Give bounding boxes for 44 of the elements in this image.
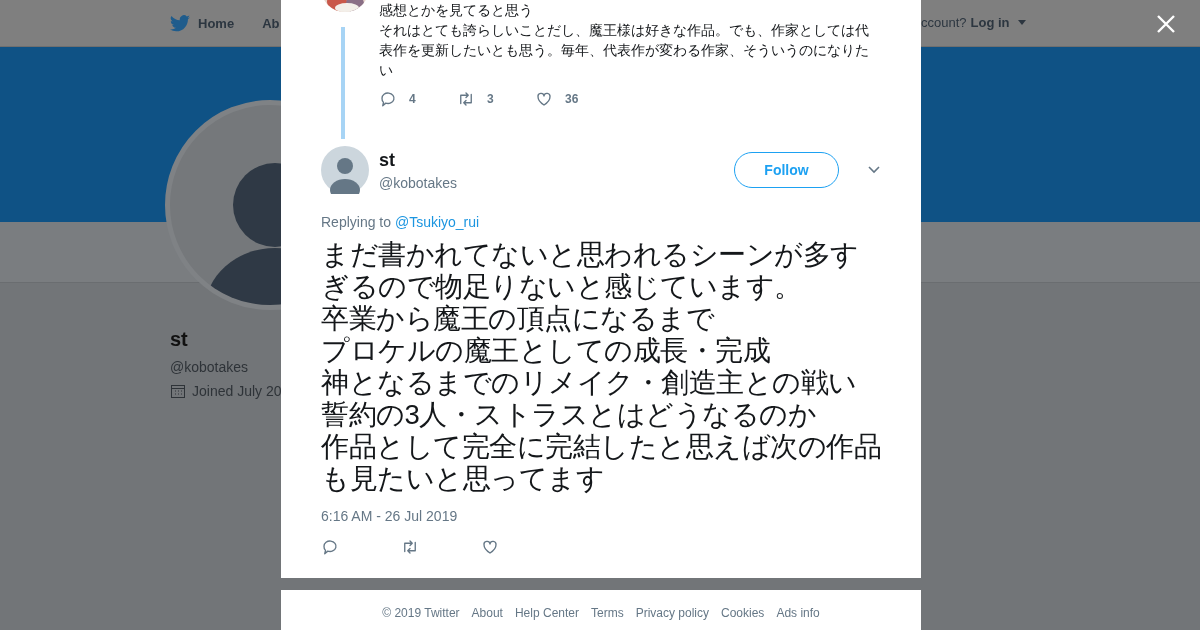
footer-link[interactable]: About [471,606,503,630]
tweet-text: それはとても誇らしいことだし、魔王様は好きな作品。でも、作家としては代表作を更新したいとも思う。毎年、代表作が変わる作家、そういうのになりたい [379,21,870,80]
calendar-icon [170,383,186,399]
caret-icon [1017,20,1026,25]
retweet-icon[interactable] [401,538,419,556]
login-link[interactable]: Log in [970,15,1026,30]
account-prompt: ccount? [921,15,967,30]
footer-link[interactable]: Help Center [514,606,579,630]
tweet-text-line: 誓約の3人・ストラスとはどうなるのか [321,399,818,431]
profile-name: st [170,328,189,351]
tweet-text-line: まだ書かれてないと思われるシーンが多す [321,239,860,271]
author-name[interactable]: st [379,149,724,171]
reply-icon[interactable] [379,90,397,108]
footer-link[interactable]: Privacy policy [635,606,709,630]
tweet-text-line: ぎるので物足りないと感じています。 [321,271,803,303]
footer-link[interactable]: Ads info [776,606,820,630]
avatar [321,146,369,194]
tweet-text: 感想とかを見てると思う [379,1,534,20]
retweet-count: 3 [487,92,494,106]
footer-link[interactable]: Cookies [721,606,765,630]
replying-to: Replying to @Tsukiyo_rui [321,214,481,230]
bird-icon [170,14,190,32]
author-handle[interactable]: @kobotakes [379,174,724,191]
profile-handle: @kobotakes [170,359,250,375]
joined-date: Joined July 20 [192,383,282,399]
tweet-text-line: 作品として完全に完結したと思えば次の作品 [321,431,882,463]
reply-count: 4 [409,92,416,106]
heart-icon[interactable] [481,538,499,556]
heart-icon[interactable] [535,90,553,108]
tweet-text-line: 神となるまでのリメイク・創造主との戦い [321,367,858,399]
reply-icon[interactable] [321,538,339,556]
footer-link[interactable]: Terms [591,606,624,630]
copyright: © 2019 Twitter [382,606,460,622]
nav-link[interactable]: Ab [262,15,280,31]
retweet-icon[interactable] [457,90,475,108]
like-count: 36 [565,92,579,106]
mention-link[interactable]: @Tsukiyo_rui [394,214,480,230]
tweet-timestamp: 6:16 AM - 26 Jul 2019 [321,508,459,524]
tweet-text-line: も見たいと思ってます [321,463,605,495]
follow-button[interactable]: Follow [734,152,839,188]
home-link[interactable]: Home [170,14,235,32]
tweet-text-line: 卒業から魔王の頂点になるまで [321,303,716,335]
close-icon[interactable] [1156,14,1176,34]
tweet-text-line: プロケルの魔王としての成長・完成 [321,335,771,367]
